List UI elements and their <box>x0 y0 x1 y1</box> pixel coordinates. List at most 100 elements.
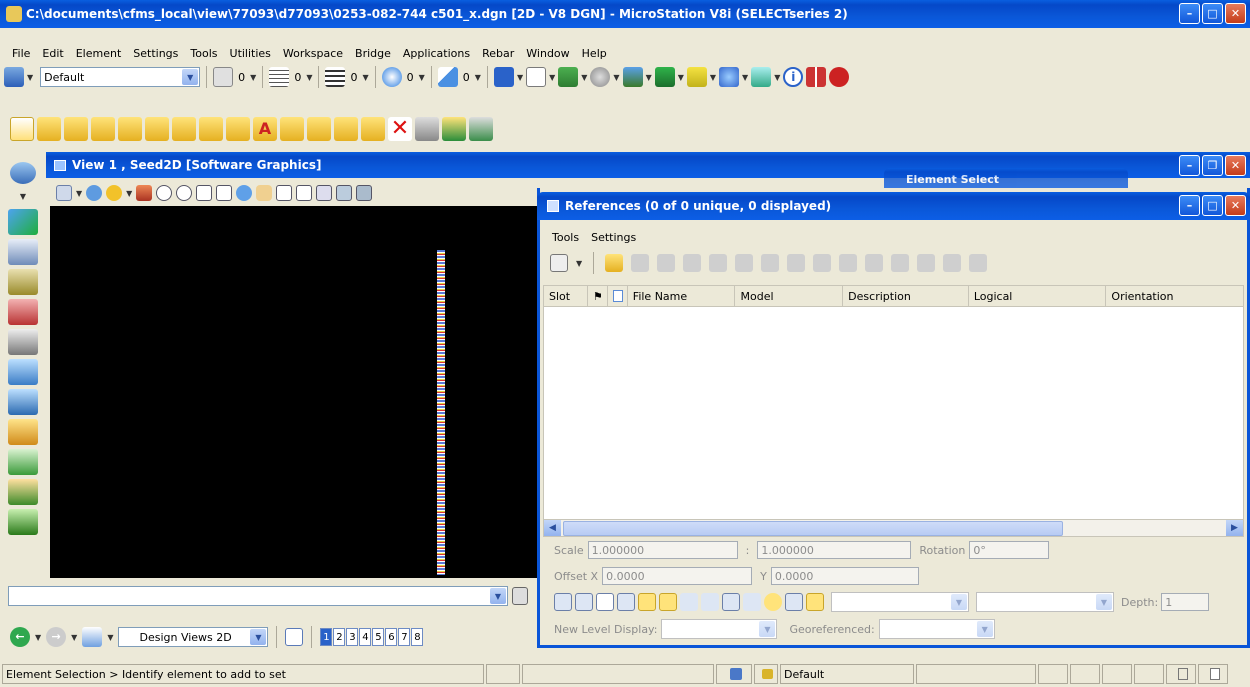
chevron-down-icon[interactable]: ▼ <box>250 73 256 82</box>
stop-icon[interactable] <box>829 67 850 87</box>
app-title-bar[interactable]: C:\documents\cfms_local\view\77093\d7709… <box>0 0 1250 28</box>
georeference-icon[interactable] <box>806 593 824 611</box>
display-style-view-icon[interactable] <box>86 185 103 201</box>
scroll-right-icon[interactable]: ▶ <box>1226 520 1243 536</box>
chevron-down-icon[interactable]: ▼ <box>490 588 506 604</box>
clip-mask-icon[interactable] <box>865 254 884 272</box>
menu-window[interactable]: Window <box>520 47 575 60</box>
chevron-down-icon[interactable]: ▼ <box>976 621 993 637</box>
scale-ref-input[interactable]: 1.000000 <box>757 541 912 559</box>
keyin-icon[interactable] <box>512 587 528 605</box>
lightbulb-icon[interactable] <box>764 593 782 611</box>
scale-master-input[interactable]: 1.000000 <box>587 541 738 559</box>
view-group-combo[interactable]: Design Views 2D ▼ <box>118 627 269 647</box>
align-icon[interactable] <box>806 67 827 87</box>
ignore-attach-icon[interactable] <box>701 593 719 611</box>
tool-2-icon[interactable] <box>8 239 38 265</box>
georeferenced-combo[interactable]: ▼ <box>878 619 995 639</box>
dimension-icon[interactable] <box>226 117 250 141</box>
scale-icon[interactable] <box>735 254 754 272</box>
view-button-4[interactable]: 4 <box>359 628 372 646</box>
menu-help[interactable]: Help <box>576 47 613 60</box>
raster-display-icon[interactable] <box>743 593 761 611</box>
curve-icon[interactable] <box>37 117 61 141</box>
col-snap[interactable] <box>607 286 628 306</box>
tool-3-icon[interactable] <box>8 269 38 295</box>
info-icon[interactable]: i <box>783 67 804 87</box>
depth-input[interactable]: 1 <box>1161 593 1210 611</box>
chevron-down-icon[interactable]: ▼ <box>419 73 425 82</box>
active-level-cell[interactable]: Default <box>780 664 914 684</box>
attributes-tool-icon[interactable] <box>442 117 466 141</box>
chevron-down-icon[interactable]: ▼ <box>549 73 555 82</box>
chevron-down-icon[interactable]: ▼ <box>250 629 267 645</box>
sparkle-icon[interactable] <box>719 67 740 87</box>
tool-8-icon[interactable] <box>8 419 38 445</box>
scroll-thumb[interactable] <box>563 520 1063 536</box>
new-level-display-combo[interactable]: ▼ <box>661 619 778 639</box>
cells-icon[interactable] <box>199 117 223 141</box>
chevron-down-icon[interactable]: ▼ <box>517 73 523 82</box>
next-view-icon[interactable] <box>296 185 313 201</box>
chevron-down-icon[interactable]: ▼ <box>20 192 26 201</box>
polygon-icon[interactable] <box>118 117 142 141</box>
clip-boundary-icon[interactable] <box>839 254 858 272</box>
lighting-icon[interactable] <box>106 185 123 201</box>
view1-minimize-button[interactable]: – <box>1179 155 1200 176</box>
col-display[interactable]: ⚑ <box>587 286 608 306</box>
fit-view-icon[interactable] <box>216 185 233 201</box>
offset-y-input[interactable]: 0.0000 <box>770 567 919 585</box>
references-minimize-button[interactable]: – <box>1179 195 1200 216</box>
mirror-h-icon[interactable] <box>787 254 806 272</box>
menu-workspace[interactable]: Workspace <box>277 47 349 60</box>
line-style-icon[interactable] <box>269 67 290 87</box>
tool-10-icon[interactable] <box>8 479 38 505</box>
nesting-icon[interactable] <box>680 593 698 611</box>
tool-6-icon[interactable] <box>8 359 38 385</box>
references-menu-settings[interactable]: Settings <box>585 231 642 244</box>
tool-1-icon[interactable] <box>8 209 38 235</box>
references-hscrollbar[interactable]: ◀ ▶ <box>543 519 1244 537</box>
col-slot[interactable]: Slot <box>544 286 588 306</box>
chevron-down-icon[interactable]: ▼ <box>774 73 780 82</box>
view1-close-button[interactable]: ✕ <box>1225 155 1246 176</box>
chevron-down-icon[interactable]: ▼ <box>613 73 619 82</box>
tree-view-icon[interactable] <box>550 254 568 272</box>
view-icon[interactable] <box>493 67 514 87</box>
offset-x-input[interactable]: 0.0000 <box>602 567 753 585</box>
raster-icon[interactable] <box>590 67 611 87</box>
modify-icon[interactable] <box>334 117 358 141</box>
display-style-icon[interactable] <box>622 67 643 87</box>
view-button-2[interactable]: 2 <box>333 628 346 646</box>
shape-icon[interactable] <box>91 117 115 141</box>
select-element-icon[interactable] <box>10 117 34 141</box>
view-groups-manager-icon[interactable] <box>285 628 304 646</box>
true-scale-icon[interactable] <box>617 593 635 611</box>
close-button[interactable]: ✕ <box>1225 3 1246 24</box>
menu-settings[interactable]: Settings <box>127 47 184 60</box>
chevron-down-icon[interactable]: ▼ <box>742 73 748 82</box>
menu-element[interactable]: Element <box>70 47 128 60</box>
exchange-icon[interactable] <box>683 254 702 272</box>
chevron-down-icon[interactable]: ▼ <box>27 73 33 82</box>
groups-icon[interactable] <box>361 117 385 141</box>
menu-applications[interactable]: Applications <box>397 47 476 60</box>
element-attributes-icon[interactable] <box>4 67 24 87</box>
color-icon[interactable] <box>213 67 234 87</box>
models-icon[interactable] <box>558 67 579 87</box>
line-icon[interactable] <box>64 117 88 141</box>
display-toggle-icon[interactable] <box>554 593 572 611</box>
tool-4-icon[interactable] <box>8 299 38 325</box>
references-close-button[interactable]: ✕ <box>1225 195 1246 216</box>
level-manager-icon[interactable] <box>654 67 675 87</box>
file-save-cell[interactable] <box>1166 664 1196 684</box>
view-button-1[interactable]: 1 <box>320 628 333 646</box>
text-icon[interactable]: A <box>253 117 277 141</box>
chevron-down-icon[interactable]: ▼ <box>362 73 368 82</box>
chevron-down-icon[interactable]: ▼ <box>182 69 199 85</box>
reload-icon[interactable] <box>657 254 676 272</box>
references-list[interactable] <box>543 307 1244 519</box>
chevron-down-icon[interactable]: ▼ <box>951 594 967 610</box>
tool-11-icon[interactable] <box>8 509 38 535</box>
tool-5-icon[interactable] <box>8 329 38 355</box>
